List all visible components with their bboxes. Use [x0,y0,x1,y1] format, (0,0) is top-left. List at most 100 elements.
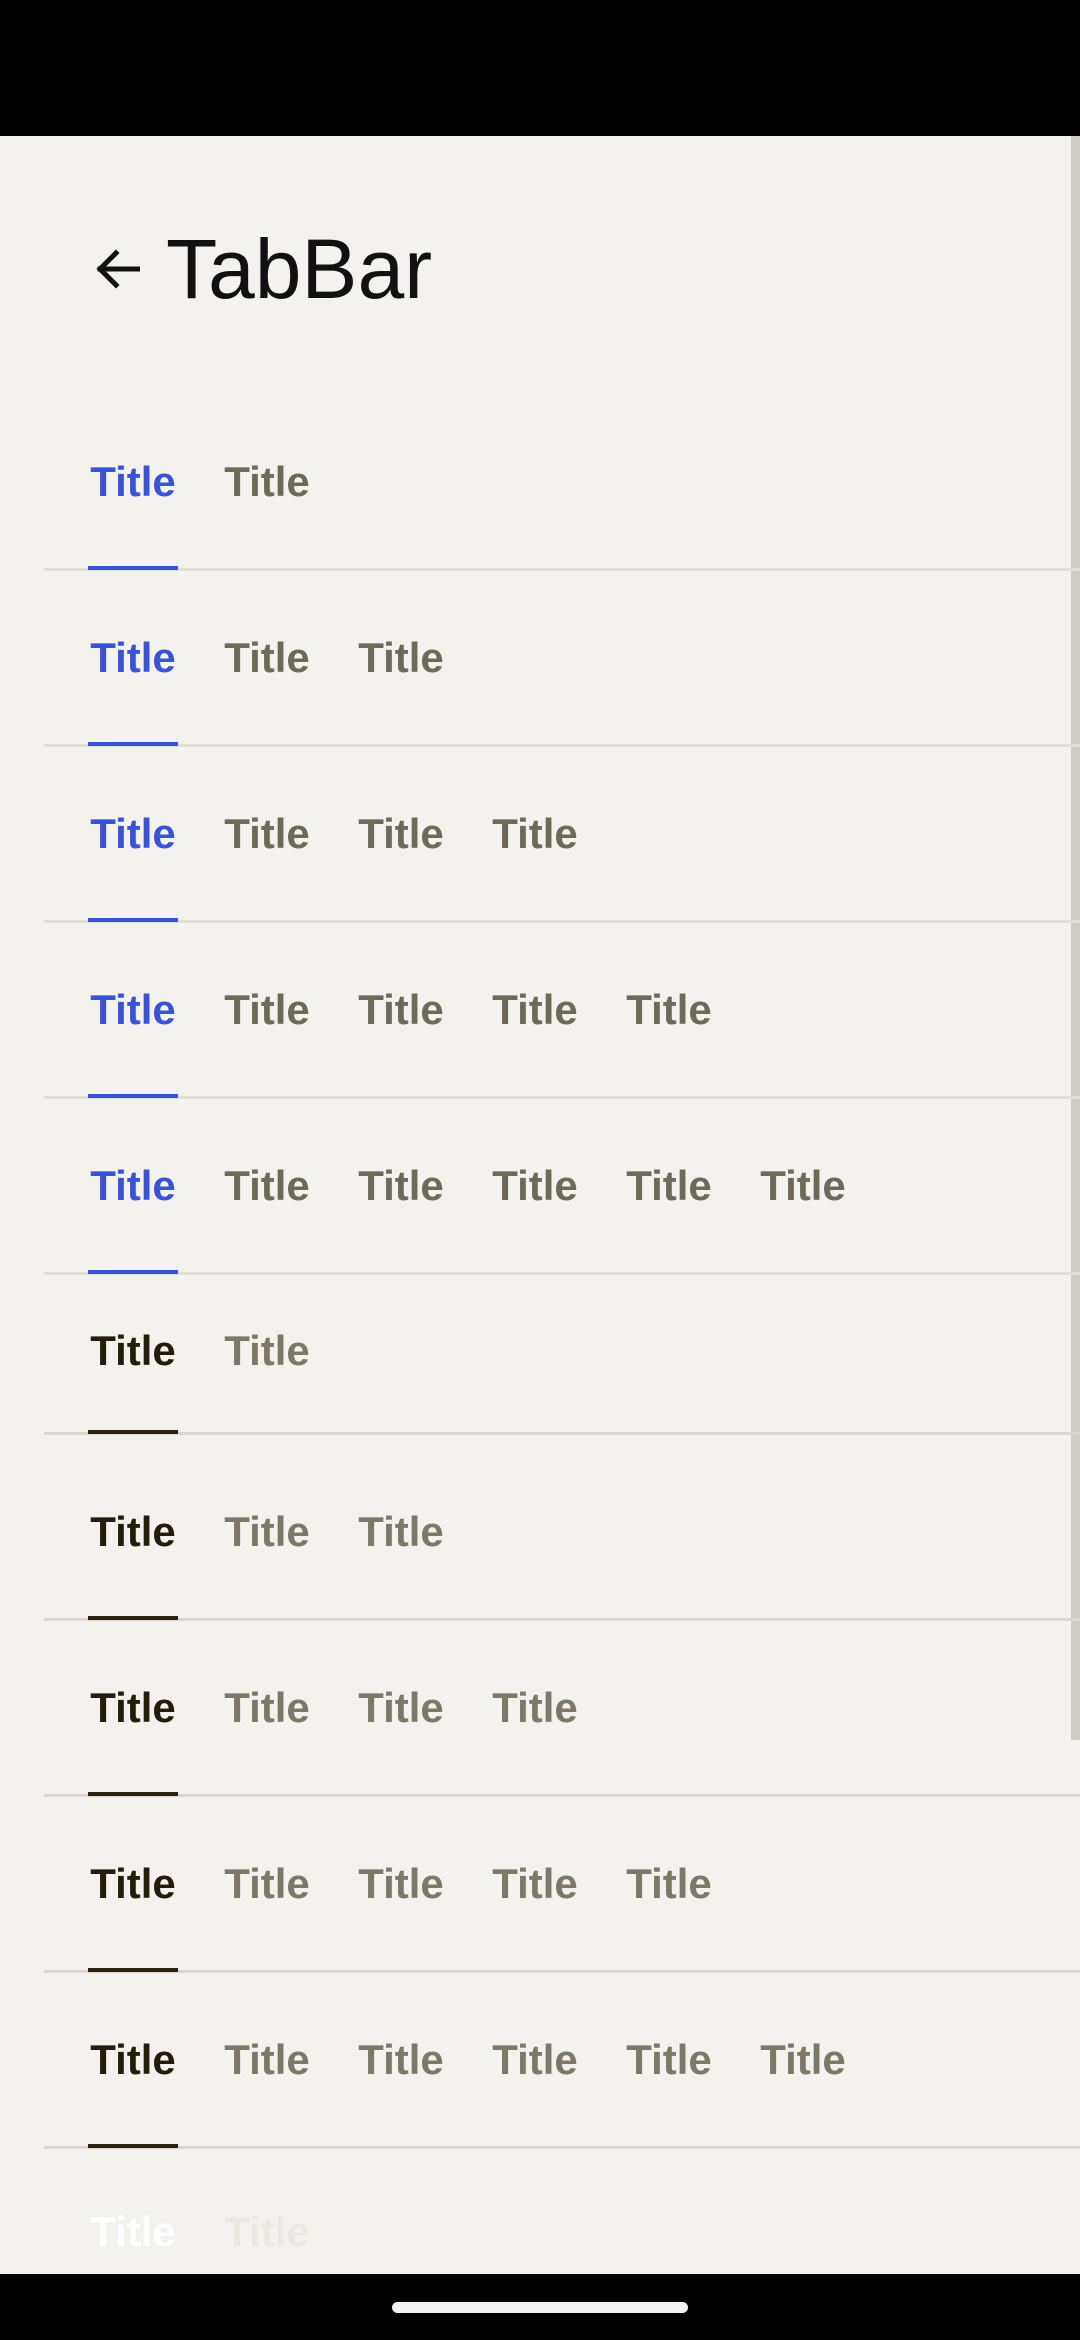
tabbar-6: Title Title [44,1269,1080,1435]
tabbar-1: Title Title [44,395,1080,571]
tab-label: Title [90,633,176,681]
tab-title[interactable]: Title [88,1099,178,1274]
tab-title[interactable]: Title [356,747,446,920]
tab-title[interactable]: Title [88,923,178,1098]
tabbar-8: Title Title Title Title [44,1621,1080,1797]
tab-title[interactable]: Title [88,1973,178,2148]
tab-label: Title [90,1507,176,1555]
tab-title[interactable]: Title [222,1797,312,1970]
status-bar [0,0,1080,136]
tab-title[interactable]: Title [88,1797,178,1972]
tab-title[interactable]: Title [758,1099,848,1272]
tabbar-10: Title Title Title Title Title Title [44,1973,1080,2149]
tab-title[interactable]: Title [490,1797,580,1970]
active-tab-indicator [88,1792,178,1796]
tabbar-5: Title Title Title Title Title Title [44,1099,1080,1275]
home-indicator[interactable] [392,2302,688,2313]
tab-title[interactable]: Title [490,1621,580,1794]
tab-title[interactable]: Title [356,1621,446,1794]
tab-title[interactable]: Title [356,1445,446,1618]
tab-title[interactable]: Title [88,2145,178,2274]
tab-title[interactable]: Title [624,1099,714,1272]
tab-label: Title [358,633,444,681]
tab-label: Title [626,985,712,1033]
tab-title[interactable]: Title [222,571,312,744]
active-tab-indicator [88,742,178,746]
tab-title[interactable]: Title [356,1797,446,1970]
tab-label: Title [224,2035,310,2083]
tab-title[interactable]: Title [490,747,580,920]
tab-title[interactable]: Title [222,747,312,920]
tab-label: Title [224,1507,310,1555]
tab-title[interactable]: Title [490,1099,580,1272]
tab-title[interactable]: Title [222,1445,312,1618]
tabbar-demo-screen: TabBar Title Title Title Title Title Title Tit… [0,136,1080,2274]
tab-label: Title [224,809,310,857]
tab-label: Title [90,1161,176,1209]
tab-label: Title [358,809,444,857]
tab-title[interactable]: Title [222,1621,312,1794]
tabbar-11: Title Title [44,2145,1080,2274]
tab-label: Title [492,1859,578,1907]
tab-label: Title [492,1161,578,1209]
tab-label: Title [492,1683,578,1731]
tab-title[interactable]: Title [356,1099,446,1272]
tabbar-2: Title Title Title [44,571,1080,747]
tabbar-3: Title Title Title Title [44,747,1080,923]
tab-label: Title [358,1507,444,1555]
tab-title[interactable]: Title [490,923,580,1096]
tab-label: Title [224,2207,310,2255]
tab-label: Title [358,2035,444,2083]
active-tab-indicator [88,1968,178,1972]
tab-label: Title [224,985,310,1033]
tab-title[interactable]: Title [222,1269,312,1432]
tab-title[interactable]: Title [222,1099,312,1272]
active-tab-indicator [88,566,178,570]
tab-label: Title [492,809,578,857]
page-title: TabBar [166,221,433,316]
tab-label: Title [90,457,176,505]
tab-label: Title [224,1161,310,1209]
tab-label: Title [224,1859,310,1907]
tab-title[interactable]: Title [222,2145,312,2274]
tab-title[interactable]: Title [356,571,446,744]
tab-title[interactable]: Title [624,923,714,1096]
tab-title[interactable]: Title [758,1973,848,2146]
tab-title[interactable]: Title [88,1445,178,1620]
tab-label: Title [760,1161,846,1209]
tab-label: Title [90,809,176,857]
active-tab-indicator [88,1094,178,1098]
tab-label: Title [224,1326,310,1374]
tab-title[interactable]: Title [356,1973,446,2146]
tab-title[interactable]: Title [624,1797,714,1970]
tab-label: Title [90,2035,176,2083]
tabbar-9: Title Title Title Title Title [44,1797,1080,1973]
tab-label: Title [224,457,310,505]
tab-title[interactable]: Title [88,395,178,570]
tab-label: Title [90,1683,176,1731]
active-tab-indicator [88,918,178,922]
back-button[interactable] [88,240,146,298]
tab-label: Title [626,1859,712,1907]
tabbar-7: Title Title Title [44,1445,1080,1621]
tab-label: Title [90,2207,176,2255]
tab-title[interactable]: Title [222,1973,312,2146]
tab-title[interactable]: Title [88,747,178,922]
tab-label: Title [358,1683,444,1731]
tab-title[interactable]: Title [222,923,312,1096]
tab-title[interactable]: Title [624,1973,714,2146]
tab-title[interactable]: Title [88,571,178,746]
tab-title[interactable]: Title [222,395,312,568]
tab-title[interactable]: Title [88,1269,178,1434]
tab-label: Title [626,1161,712,1209]
tabbar-4: Title Title Title Title Title [44,923,1080,1099]
tab-title[interactable]: Title [356,923,446,1096]
tab-title[interactable]: Title [490,1973,580,2146]
active-tab-indicator [88,1430,178,1434]
navigation-bar [0,2274,1080,2340]
app-header: TabBar [88,214,432,324]
tab-label: Title [492,985,578,1033]
tab-label: Title [626,2035,712,2083]
tab-label: Title [224,633,310,681]
tab-title[interactable]: Title [88,1621,178,1796]
